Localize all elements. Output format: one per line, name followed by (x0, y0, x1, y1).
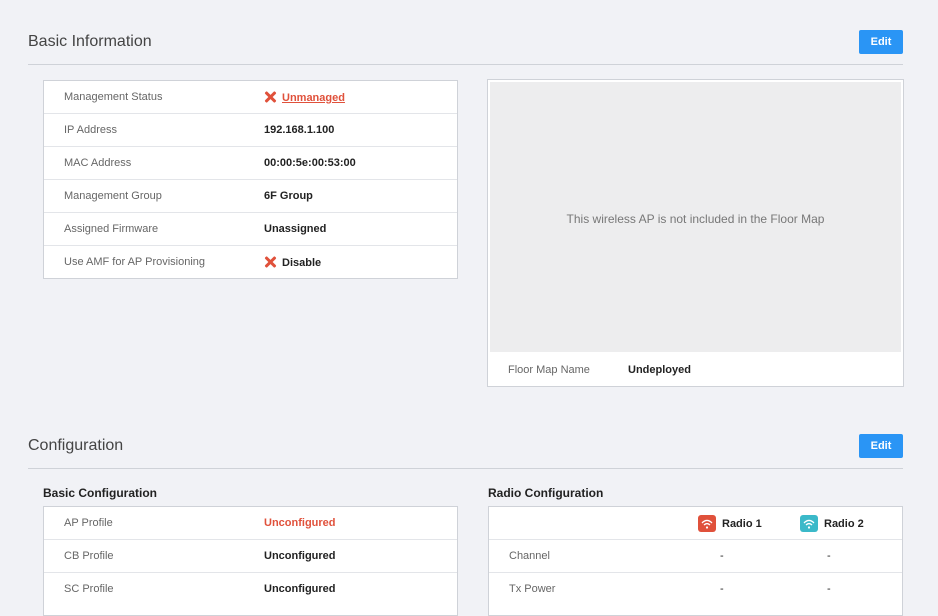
table-row: Channel - - (489, 540, 902, 573)
table-row: Tx Power - - (489, 573, 902, 606)
ip-address-value: 192.168.1.100 (264, 124, 335, 136)
floor-map-area: This wireless AP is not included in the … (490, 82, 901, 352)
radio-configuration-table: Radio 1 Radio 2 Channel - - Tx Power - - (488, 506, 903, 616)
table-row: CB Profile Unconfigured (44, 540, 457, 573)
row-label: Tx Power (509, 583, 556, 595)
radio-configuration-title: Radio Configuration (488, 486, 604, 500)
wifi-icon (800, 515, 818, 532)
table-row: AP Profile Unconfigured (44, 507, 457, 540)
table-row: IP Address 192.168.1.100 (44, 114, 457, 147)
basic-configuration-table: AP Profile Unconfigured CB Profile Uncon… (43, 506, 458, 616)
configuration-edit-button[interactable]: Edit (859, 434, 903, 458)
management-group-value: 6F Group (264, 190, 313, 202)
basic-info-divider (28, 64, 903, 65)
cb-profile-value: Unconfigured (264, 550, 336, 562)
row-label: SC Profile (64, 583, 114, 595)
floor-map-message: This wireless AP is not included in the … (566, 212, 825, 226)
floor-map-name-label: Floor Map Name (508, 364, 590, 376)
row-label: CB Profile (64, 550, 114, 562)
radio-2-header: Radio 2 (800, 515, 864, 532)
table-row: MAC Address 00:00:5e:00:53:00 (44, 147, 457, 180)
sc-profile-value: Unconfigured (264, 583, 336, 595)
row-label: Use AMF for AP Provisioning (64, 256, 206, 268)
row-label: AP Profile (64, 517, 113, 529)
assigned-firmware-value: Unassigned (264, 223, 327, 235)
unmanaged-link[interactable]: Unmanaged (282, 92, 345, 104)
close-icon (264, 91, 276, 103)
row-label: Management Group (64, 190, 162, 202)
radio-1-header: Radio 1 (698, 515, 762, 532)
floor-map-panel: This wireless AP is not included in the … (487, 79, 904, 387)
amf-provisioning-value: Disable (264, 256, 321, 269)
configuration-divider (28, 468, 903, 469)
radio-2-label: Radio 2 (824, 517, 864, 530)
basic-configuration-title: Basic Configuration (43, 486, 158, 500)
channel-radio-1-value: - (720, 550, 724, 562)
table-row: Management Status Unmanaged (44, 81, 457, 114)
radio-1-label: Radio 1 (722, 517, 762, 530)
table-row: Use AMF for AP Provisioning Disable (44, 246, 457, 279)
disable-text: Disable (282, 257, 322, 269)
row-label: IP Address (64, 124, 117, 136)
wifi-icon (698, 515, 716, 532)
row-label: Management Status (64, 91, 163, 103)
table-row: Management Group 6F Group (44, 180, 457, 213)
tx-power-radio-1-value: - (720, 583, 724, 595)
tx-power-radio-2-value: - (827, 583, 831, 595)
row-label: Channel (509, 550, 550, 562)
configuration-title: Configuration (28, 437, 124, 454)
radio-header-row: Radio 1 Radio 2 (489, 507, 902, 540)
table-row: SC Profile Unconfigured (44, 573, 457, 606)
basic-info-table: Management Status Unmanaged IP Address 1… (43, 80, 458, 279)
channel-radio-2-value: - (827, 550, 831, 562)
table-row: Assigned Firmware Unassigned (44, 213, 457, 246)
floor-map-name-value: Undeployed (628, 364, 691, 376)
ap-profile-value: Unconfigured (264, 517, 336, 529)
close-icon (264, 256, 276, 268)
row-label: MAC Address (64, 157, 132, 169)
mac-address-value: 00:00:5e:00:53:00 (264, 157, 356, 169)
floor-map-footer: Floor Map Name Undeployed (488, 352, 903, 386)
management-status-value[interactable]: Unmanaged (264, 91, 345, 104)
basic-info-edit-button[interactable]: Edit (859, 30, 903, 54)
basic-information-title: Basic Information (28, 33, 152, 50)
row-label: Assigned Firmware (64, 223, 159, 235)
